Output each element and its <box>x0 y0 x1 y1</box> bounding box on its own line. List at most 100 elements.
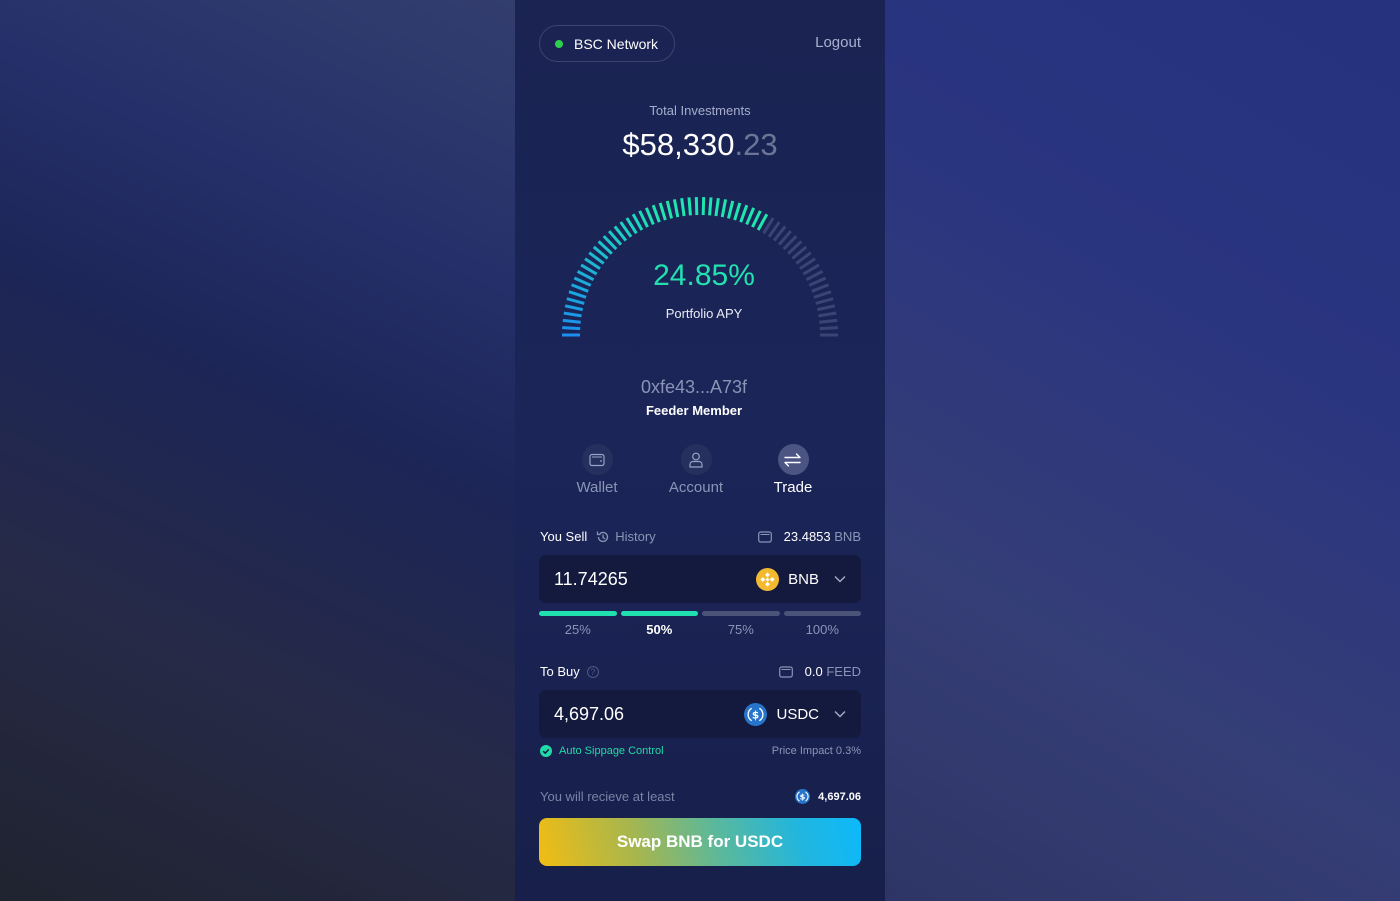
percent-bar <box>702 611 780 616</box>
svg-text:$: $ <box>752 709 759 721</box>
price-impact: Price Impact 0.3% <box>771 745 861 757</box>
gauge-tick-active <box>751 210 762 228</box>
sell-balance-value: 23.4853 <box>783 529 831 544</box>
user-icon <box>689 452 703 468</box>
sell-amount-input[interactable]: 11.74265 <box>554 569 756 590</box>
buy-token-label: USDC <box>776 705 819 723</box>
gauge-tick-active <box>638 210 649 228</box>
percent-label: 100% <box>805 622 839 637</box>
sell-header: You Sell History 23.4853 BNB <box>540 529 861 544</box>
wallet-balance-icon <box>778 665 793 678</box>
gauge-tick-active <box>672 199 680 218</box>
help-icon[interactable]: ? <box>586 665 599 678</box>
buy-header: To Buy ? 0.0 FEED <box>540 664 861 679</box>
percent-label: 25% <box>564 622 591 637</box>
gauge-tick-active <box>562 326 581 331</box>
gauge-tick-active <box>566 297 585 305</box>
buy-balance: 0.0 FEED <box>778 664 861 679</box>
sell-balance-unit: BNB <box>834 529 861 544</box>
total-whole: $58,330 <box>622 127 735 162</box>
nav-account[interactable]: Account <box>651 444 741 496</box>
percent-label: 75% <box>727 622 754 637</box>
history-link[interactable]: History <box>596 529 656 544</box>
gauge-tick-active <box>720 199 728 218</box>
nav-trade-label: Trade <box>773 479 813 496</box>
nav-account-label: Account <box>668 479 724 496</box>
percent-bar <box>539 611 617 616</box>
gauge-tick-active <box>708 197 713 216</box>
auto-slippage-label: Auto Sippage Control <box>559 745 664 757</box>
buy-field: 4,697.06 $ USDC <box>539 690 861 738</box>
sell-title: You Sell <box>540 529 588 544</box>
sell-balance: 23.4853 BNB <box>757 529 861 544</box>
buy-token-select[interactable]: $ USDC <box>744 702 846 726</box>
buy-amount-input[interactable]: 4,697.06 <box>554 704 744 725</box>
percent-bar <box>620 611 698 616</box>
auto-slippage-toggle[interactable]: Auto Sippage Control <box>540 745 664 757</box>
gauge-tick-active <box>665 200 673 219</box>
nav-trade[interactable]: Trade <box>748 444 838 496</box>
network-status-dot <box>555 39 563 48</box>
buy-balance-value: 0.0 <box>804 664 823 679</box>
usdc-small-icon: $ <box>795 789 811 804</box>
chevron-down-icon <box>834 710 846 718</box>
network-selector[interactable]: BSC Network <box>539 25 675 62</box>
percent-option-50[interactable]: 50% <box>620 611 698 637</box>
total-investments-value: $58,330.23 <box>515 127 885 163</box>
nav-wallet-label: Wallet <box>576 479 618 496</box>
sell-token-label: BNB <box>788 570 819 588</box>
background-right <box>885 0 1400 901</box>
wallet-balance-icon <box>757 530 772 543</box>
percent-bar <box>783 611 861 616</box>
nav-account-circle <box>680 444 712 475</box>
minimum-receive-label: You will recieve at least <box>540 789 675 804</box>
percent-selector: 25% 50% 75% 100% <box>539 611 861 637</box>
gauge-tick-inactive <box>819 326 838 331</box>
network-label: BSC Network <box>574 35 659 52</box>
check-circle-icon <box>540 745 552 757</box>
swap-arrows-icon <box>784 452 801 467</box>
sell-field: 11.74265 BNB <box>539 555 861 603</box>
wallet-address: 0xfe43...A73f <box>640 377 748 397</box>
percent-option-100[interactable]: 100% <box>783 611 861 637</box>
slippage-row: Auto Sippage Control Price Impact 0.3% <box>540 745 861 757</box>
minimum-receive-amount: $ 4,697.06 <box>795 789 861 804</box>
gauge-tick-active <box>687 197 692 216</box>
minimum-receive-row: You will recieve at least $ 4,697.06 <box>540 789 861 804</box>
buy-balance-unit: FEED <box>826 664 861 679</box>
nav-wallet[interactable]: Wallet <box>552 444 642 496</box>
gauge-tick-active <box>651 204 661 223</box>
history-icon <box>597 531 609 542</box>
wallet-icon <box>589 453 605 466</box>
gauge-tick-active <box>727 200 735 219</box>
percent-option-75[interactable]: 75% <box>702 611 780 637</box>
gauge-tick-active <box>658 202 667 221</box>
gauge-tick-active <box>714 198 720 217</box>
history-label: History <box>615 529 656 544</box>
svg-text:$: $ <box>800 792 806 802</box>
sell-token-select[interactable]: BNB <box>756 567 846 591</box>
buy-title: To Buy <box>540 664 580 679</box>
minimum-receive-value: 4,697.06 <box>818 790 861 803</box>
member-tier: Feeder Member <box>645 403 743 418</box>
swap-button[interactable]: Swap BNB for USDC <box>539 818 861 866</box>
apy-value: 24.85% <box>653 259 755 292</box>
percent-label: 50% <box>646 622 673 637</box>
gauge-tick-active <box>739 204 749 223</box>
nav-trade-circle <box>777 444 809 475</box>
gauge-tick-active <box>733 202 742 221</box>
usdc-glyph: $ <box>748 707 764 721</box>
swap-panel: BSC Network Logout Total Investments $58… <box>515 0 885 901</box>
bnb-icon <box>756 567 780 591</box>
gauge-tick-active <box>680 198 686 217</box>
usdc-icon: $ <box>744 702 768 726</box>
gauge-tick-active <box>644 207 655 226</box>
background-left <box>0 0 515 901</box>
bnb-glyph <box>760 571 775 587</box>
nav-wallet-circle <box>581 444 613 475</box>
percent-option-25[interactable]: 25% <box>539 611 617 637</box>
logout-link[interactable]: Logout <box>815 34 861 51</box>
gauge-tick-active <box>745 207 756 226</box>
total-cents: .23 <box>734 127 778 162</box>
apy-label: Portfolio APY <box>665 306 743 321</box>
